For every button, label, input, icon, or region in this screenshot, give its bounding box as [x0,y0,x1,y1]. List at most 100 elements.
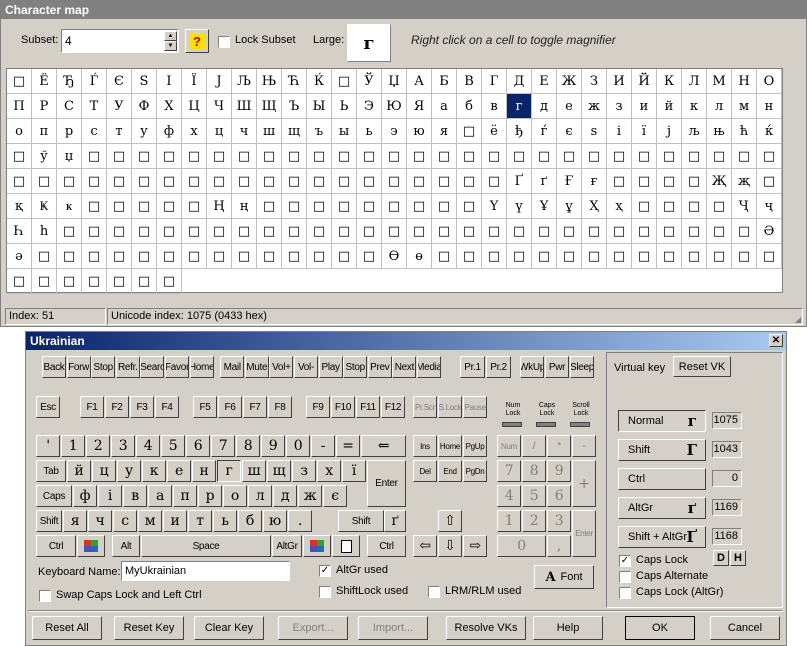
numpad-key[interactable]: - [572,435,596,457]
enter-key[interactable]: Enter [367,460,406,507]
function-key[interactable]: F9 [306,396,330,418]
char-cell[interactable]: □ [157,169,182,194]
numpad-key[interactable]: 8 [522,460,546,482]
char-cell[interactable]: й [657,94,682,119]
arrow-down-key[interactable]: ⇩ [438,535,462,557]
numpad-key[interactable]: 3 [547,510,571,532]
char-cell[interactable]: □ [307,194,332,219]
char-cell[interactable]: □ [82,219,107,244]
numpad-key[interactable]: 5 [522,485,546,507]
char-cell[interactable]: □ [282,144,307,169]
media-key[interactable]: Media [417,356,441,378]
nav-key[interactable]: End [438,460,462,482]
backspace-key[interactable]: ⇐ [361,435,406,457]
function-key[interactable]: F10 [331,396,355,418]
char-cell[interactable]: Ђ [57,69,82,94]
char-cell[interactable]: Ҷ [732,194,757,219]
numpad-enter-key[interactable]: Enter [572,510,596,557]
bottom-button-resolve-vks[interactable]: Resolve VKs [446,616,526,640]
char-cell[interactable]: М [707,69,732,94]
nav-key[interactable]: Ins [413,435,437,457]
char-cell[interactable]: о [7,119,32,144]
char-cell[interactable]: Н [732,69,757,94]
char-cell[interactable]: м [732,94,757,119]
char-cell[interactable]: ҳ [607,194,632,219]
char-cell[interactable]: □ [257,194,282,219]
key-9[interactable]: 9 [261,435,285,457]
char-cell[interactable]: □ [357,219,382,244]
char-cell[interactable]: □ [407,194,432,219]
char-cell[interactable]: қ [7,194,32,219]
pr-key[interactable]: Pr.1 [460,356,485,378]
char-cell[interactable]: В [457,69,482,94]
char-cell[interactable]: S [132,69,157,94]
char-cell[interactable]: Й [632,69,657,94]
char-cell[interactable]: ё [482,119,507,144]
char-cell[interactable]: □ [632,169,657,194]
caps-lock-checkbox[interactable]: ✓ [619,555,631,567]
char-cell[interactable]: ь [357,119,382,144]
char-cell[interactable]: □ [282,194,307,219]
caps-key[interactable]: Caps [36,485,72,507]
bottom-button-clear-key[interactable]: Clear Key [194,616,264,640]
letter-key[interactable]: в [123,485,147,507]
char-cell[interactable]: □ [707,219,732,244]
char-cell[interactable]: ї [632,119,657,144]
char-cell[interactable]: □ [132,244,157,269]
char-cell[interactable]: □ [7,269,32,294]
media-key[interactable]: Vol- [294,356,318,378]
char-cell[interactable]: □ [207,144,232,169]
state-altgr-button[interactable]: AltGr ґ [618,497,706,519]
media-key[interactable]: Prev [367,356,392,378]
char-cell[interactable]: □ [82,194,107,219]
char-cell[interactable]: Ц [182,94,207,119]
char-cell[interactable]: љ [682,119,707,144]
letter-key[interactable]: б [238,510,262,532]
letter-key[interactable]: ш [242,460,266,482]
char-cell[interactable]: □ [482,219,507,244]
char-cell[interactable]: Җ [707,169,732,194]
char-cell[interactable]: ғ [582,169,607,194]
char-cell[interactable]: ѓ [532,119,557,144]
char-cell[interactable]: □ [107,144,132,169]
menu-key[interactable] [332,535,360,557]
char-cell[interactable]: □ [157,269,182,294]
char-cell[interactable]: □ [732,219,757,244]
char-cell[interactable]: □ [757,169,782,194]
char-cell[interactable]: О [757,69,782,94]
function-key[interactable]: F2 [105,396,129,418]
close-icon[interactable]: ✕ [769,334,783,347]
char-cell[interactable]: □ [682,144,707,169]
char-cell[interactable]: □ [707,244,732,269]
char-cell[interactable]: s [582,119,607,144]
char-cell[interactable]: ч [232,119,257,144]
shiftlock-used-checkbox[interactable] [319,586,331,598]
key-8[interactable]: 8 [236,435,260,457]
numpad-plus-key[interactable]: + [572,460,596,507]
function-key[interactable]: F12 [381,396,405,418]
extra-key[interactable]: ґ [384,510,406,532]
letter-key[interactable]: ц [92,460,116,482]
char-cell[interactable]: □ [457,119,482,144]
char-cell[interactable]: ъ [307,119,332,144]
char-cell[interactable]: □ [457,194,482,219]
char-cell[interactable]: □ [207,169,232,194]
char-cell[interactable]: □ [582,144,607,169]
media-key[interactable]: Stop [91,356,116,378]
font-button[interactable]: A Font [534,565,594,589]
pr-key[interactable]: Pr.2 [486,356,511,378]
nav-key[interactable]: Home [438,435,462,457]
char-cell[interactable]: Л [682,69,707,94]
media-key[interactable]: Mail [220,356,245,378]
letter-key[interactable]: д [273,485,297,507]
char-cell[interactable]: Ќ [307,69,332,94]
char-cell[interactable]: □ [632,244,657,269]
bottom-button-help[interactable]: Help [533,616,603,640]
char-cell[interactable]: □ [507,144,532,169]
function-key[interactable]: F7 [243,396,267,418]
char-cell[interactable]: □ [232,244,257,269]
char-cell[interactable]: И [607,69,632,94]
char-cell[interactable]: Б [432,69,457,94]
char-cell[interactable]: □ [307,144,332,169]
char-cell[interactable]: □ [332,244,357,269]
